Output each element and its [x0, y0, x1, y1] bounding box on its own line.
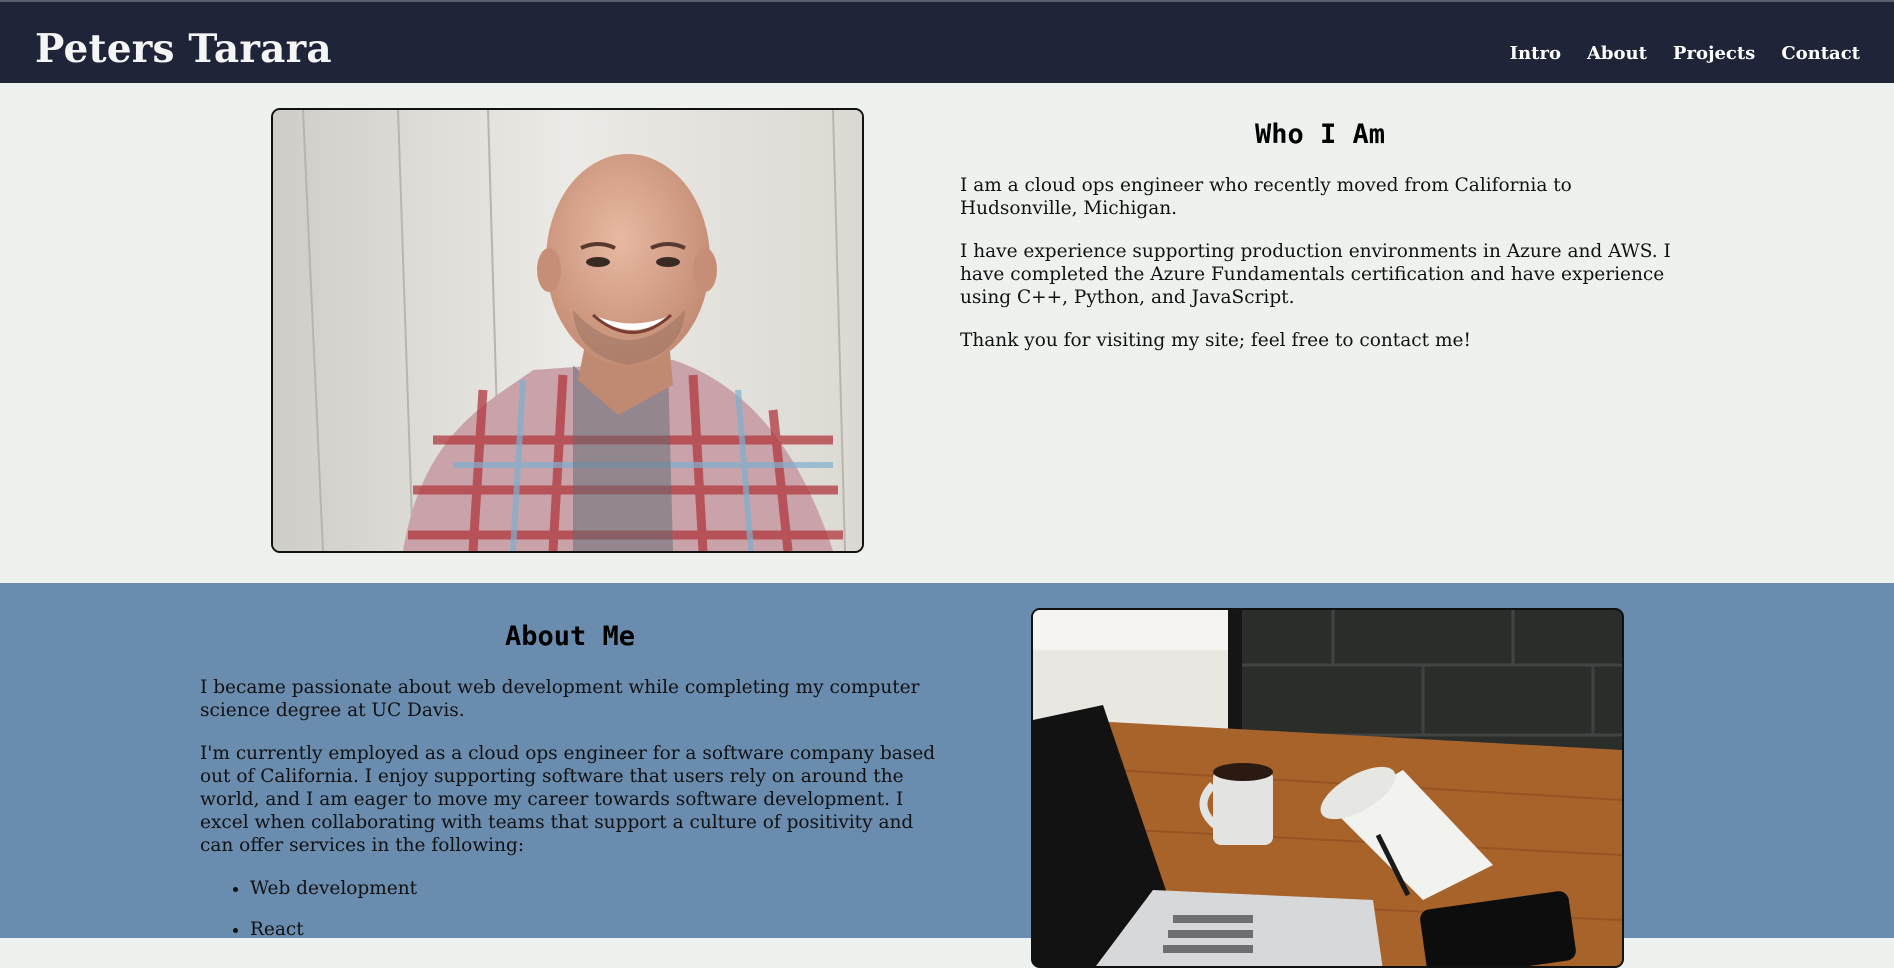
- nav-about-link[interactable]: About: [1587, 43, 1647, 64]
- intro-paragraph: Thank you for visiting my site; feel fre…: [960, 330, 1471, 351]
- about-paragraph: I'm currently employed as a cloud ops en…: [200, 743, 936, 856]
- intro-paragraph: I have experience supporting production …: [960, 241, 1671, 308]
- nav-contact-link[interactable]: Contact: [1781, 43, 1860, 64]
- list-item: Web development: [250, 877, 940, 900]
- services-list: Web development React: [250, 877, 940, 941]
- site-header: Peters Tarara Intro About Projects Conta…: [0, 0, 1894, 83]
- profile-photo: [271, 108, 864, 553]
- about-section: About Me I became passionate about web d…: [0, 583, 1894, 968]
- about-paragraph: I became passionate about web developmen…: [200, 677, 920, 721]
- nav-intro-link[interactable]: Intro: [1510, 43, 1561, 64]
- intro-title: Who I Am: [1254, 119, 1386, 150]
- nav-projects-link[interactable]: Projects: [1673, 43, 1755, 64]
- desk-photo: [1031, 608, 1624, 968]
- main-nav: Intro About Projects Contact: [1510, 43, 1860, 64]
- intro-text: Who I Am I am a cloud ops engineer who r…: [960, 119, 1680, 372]
- about-text: About Me I became passionate about web d…: [200, 621, 940, 959]
- intro-section: Who I Am I am a cloud ops engineer who r…: [0, 83, 1894, 583]
- site-brand[interactable]: Peters Tarara: [35, 26, 332, 72]
- about-title: About Me: [504, 621, 636, 652]
- intro-paragraph: I am a cloud ops engineer who recently m…: [960, 175, 1572, 219]
